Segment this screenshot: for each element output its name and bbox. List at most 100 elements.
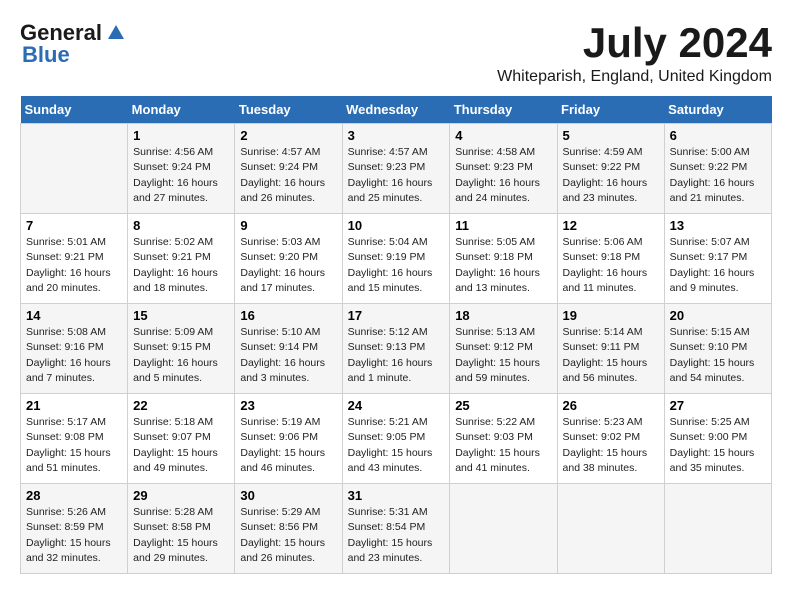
calendar-cell: 17Sunrise: 5:12 AMSunset: 9:13 PMDayligh… xyxy=(342,304,450,394)
header-thursday: Thursday xyxy=(450,96,557,124)
day-number: 9 xyxy=(240,218,336,233)
cell-info: Sunrise: 5:06 AMSunset: 9:18 PMDaylight:… xyxy=(563,235,659,296)
cell-info: Sunrise: 5:23 AMSunset: 9:02 PMDaylight:… xyxy=(563,415,659,476)
calendar-body: 1Sunrise: 4:56 AMSunset: 9:24 PMDaylight… xyxy=(21,124,772,574)
calendar-table: SundayMondayTuesdayWednesdayThursdayFrid… xyxy=(20,96,772,574)
cell-info: Sunrise: 5:26 AMSunset: 8:59 PMDaylight:… xyxy=(26,505,122,566)
cell-info: Sunrise: 4:56 AMSunset: 9:24 PMDaylight:… xyxy=(133,145,229,206)
calendar-week-3: 14 Sunrise: 5:08 AMSunset: 9:16 PMDayligh… xyxy=(21,304,772,394)
cell-info: Sunrise: 5:03 AMSunset: 9:20 PMDaylight:… xyxy=(240,235,336,296)
cell-info: Sunrise: 5:08 AMSunset: 9:16 PMDaylight:… xyxy=(26,325,122,386)
day-number: 6 xyxy=(670,128,766,143)
cell-info: Sunrise: 5:19 AMSunset: 9:06 PMDaylight:… xyxy=(240,415,336,476)
calendar-header-row: SundayMondayTuesdayWednesdayThursdayFrid… xyxy=(21,96,772,124)
header-wednesday: Wednesday xyxy=(342,96,450,124)
cell-info: Sunrise: 5:17 AMSunset: 9:08 PMDaylight:… xyxy=(26,415,122,476)
calendar-cell: 15 Sunrise: 5:09 AMSunset: 9:15 PMDayligh… xyxy=(128,304,235,394)
day-number: 10 xyxy=(348,218,445,233)
cell-info: Sunrise: 4:57 AMSunset: 9:23 PMDaylight:… xyxy=(348,145,445,206)
calendar-week-4: 21 Sunrise: 5:17 AMSunset: 9:08 PMDayligh… xyxy=(21,394,772,484)
cell-info: Sunrise: 5:01 AMSunset: 9:21 PMDaylight:… xyxy=(26,235,122,296)
cell-info: Sunrise: 5:13 AMSunset: 9:12 PMDaylight:… xyxy=(455,325,551,386)
calendar-cell: 22 Sunrise: 5:18 AMSunset: 9:07 PMDayligh… xyxy=(128,394,235,484)
calendar-cell: 31 Sunrise: 5:31 AMSunset: 8:54 PMDayligh… xyxy=(342,484,450,574)
calendar-cell xyxy=(557,484,664,574)
day-number: 18 xyxy=(455,308,551,323)
cell-info: Sunrise: 5:09 AMSunset: 9:15 PMDaylight:… xyxy=(133,325,229,386)
cell-info: Sunrise: 5:04 AMSunset: 9:19 PMDaylight:… xyxy=(348,235,445,296)
day-number: 28 xyxy=(26,488,122,503)
cell-info: Sunrise: 5:12 AMSunset: 9:13 PMDaylight:… xyxy=(348,325,445,386)
day-number: 13 xyxy=(670,218,766,233)
logo: General Blue xyxy=(20,20,126,68)
calendar-cell: 10 Sunrise: 5:04 AMSunset: 9:19 PMDayligh… xyxy=(342,214,450,304)
calendar-cell xyxy=(664,484,771,574)
cell-info: Sunrise: 5:18 AMSunset: 9:07 PMDaylight:… xyxy=(133,415,229,476)
month-title: July 2024 xyxy=(497,20,772,66)
day-number: 23 xyxy=(240,398,336,413)
calendar-cell: 3Sunrise: 4:57 AMSunset: 9:23 PMDaylight… xyxy=(342,124,450,214)
calendar-cell: 4 Sunrise: 4:58 AMSunset: 9:23 PMDaylight… xyxy=(450,124,557,214)
cell-info: Sunrise: 5:00 AMSunset: 9:22 PMDaylight:… xyxy=(670,145,766,206)
page-header: General Blue July 2024 Whiteparish, Engl… xyxy=(20,20,772,86)
calendar-cell: 2Sunrise: 4:57 AMSunset: 9:24 PMDaylight… xyxy=(235,124,342,214)
day-number: 11 xyxy=(455,218,551,233)
header-friday: Friday xyxy=(557,96,664,124)
day-number: 2 xyxy=(240,128,336,143)
calendar-cell: 8Sunrise: 5:02 AMSunset: 9:21 PMDaylight… xyxy=(128,214,235,304)
calendar-cell: 18 Sunrise: 5:13 AMSunset: 9:12 PMDayligh… xyxy=(450,304,557,394)
cell-info: Sunrise: 5:10 AMSunset: 9:14 PMDaylight:… xyxy=(240,325,336,386)
logo-blue: Blue xyxy=(22,42,70,68)
header-saturday: Saturday xyxy=(664,96,771,124)
day-number: 14 xyxy=(26,308,122,323)
calendar-cell: 14 Sunrise: 5:08 AMSunset: 9:16 PMDayligh… xyxy=(21,304,128,394)
calendar-cell: 7 Sunrise: 5:01 AMSunset: 9:21 PMDaylight… xyxy=(21,214,128,304)
cell-info: Sunrise: 5:31 AMSunset: 8:54 PMDaylight:… xyxy=(348,505,445,566)
cell-info: Sunrise: 5:05 AMSunset: 9:18 PMDaylight:… xyxy=(455,235,551,296)
cell-info: Sunrise: 4:58 AMSunset: 9:23 PMDaylight:… xyxy=(455,145,551,206)
day-number: 21 xyxy=(26,398,122,413)
day-number: 16 xyxy=(240,308,336,323)
day-number: 5 xyxy=(563,128,659,143)
cell-info: Sunrise: 5:07 AMSunset: 9:17 PMDaylight:… xyxy=(670,235,766,296)
cell-info: Sunrise: 5:21 AMSunset: 9:05 PMDaylight:… xyxy=(348,415,445,476)
cell-info: Sunrise: 5:29 AMSunset: 8:56 PMDaylight:… xyxy=(240,505,336,566)
cell-info: Sunrise: 5:15 AMSunset: 9:10 PMDaylight:… xyxy=(670,325,766,386)
day-number: 29 xyxy=(133,488,229,503)
calendar-cell: 20 Sunrise: 5:15 AMSunset: 9:10 PMDayligh… xyxy=(664,304,771,394)
location: Whiteparish, England, United Kingdom xyxy=(497,68,772,86)
calendar-cell: 29 Sunrise: 5:28 AMSunset: 8:58 PMDayligh… xyxy=(128,484,235,574)
day-number: 20 xyxy=(670,308,766,323)
calendar-cell: 23 Sunrise: 5:19 AMSunset: 9:06 PMDayligh… xyxy=(235,394,342,484)
day-number: 7 xyxy=(26,218,122,233)
cell-info: Sunrise: 5:14 AMSunset: 9:11 PMDaylight:… xyxy=(563,325,659,386)
day-number: 19 xyxy=(563,308,659,323)
calendar-cell: 19 Sunrise: 5:14 AMSunset: 9:11 PMDayligh… xyxy=(557,304,664,394)
cell-info: Sunrise: 5:22 AMSunset: 9:03 PMDaylight:… xyxy=(455,415,551,476)
calendar-cell: 1Sunrise: 4:56 AMSunset: 9:24 PMDaylight… xyxy=(128,124,235,214)
title-section: July 2024 Whiteparish, England, United K… xyxy=(497,20,772,86)
calendar-week-1: 1Sunrise: 4:56 AMSunset: 9:24 PMDaylight… xyxy=(21,124,772,214)
header-sunday: Sunday xyxy=(21,96,128,124)
day-number: 22 xyxy=(133,398,229,413)
calendar-cell: 13 Sunrise: 5:07 AMSunset: 9:17 PMDayligh… xyxy=(664,214,771,304)
day-number: 4 xyxy=(455,128,551,143)
day-number: 15 xyxy=(133,308,229,323)
calendar-cell: 30 Sunrise: 5:29 AMSunset: 8:56 PMDayligh… xyxy=(235,484,342,574)
calendar-week-5: 28 Sunrise: 5:26 AMSunset: 8:59 PMDayligh… xyxy=(21,484,772,574)
calendar-cell: 16 Sunrise: 5:10 AMSunset: 9:14 PMDayligh… xyxy=(235,304,342,394)
calendar-cell: 25Sunrise: 5:22 AMSunset: 9:03 PMDayligh… xyxy=(450,394,557,484)
calendar-cell: 5Sunrise: 4:59 AMSunset: 9:22 PMDaylight… xyxy=(557,124,664,214)
cell-info: Sunrise: 5:02 AMSunset: 9:21 PMDaylight:… xyxy=(133,235,229,296)
day-number: 27 xyxy=(670,398,766,413)
header-monday: Monday xyxy=(128,96,235,124)
day-number: 26 xyxy=(563,398,659,413)
calendar-cell xyxy=(21,124,128,214)
day-number: 31 xyxy=(348,488,445,503)
cell-info: Sunrise: 5:28 AMSunset: 8:58 PMDaylight:… xyxy=(133,505,229,566)
calendar-cell: 27Sunrise: 5:25 AMSunset: 9:00 PMDayligh… xyxy=(664,394,771,484)
day-number: 30 xyxy=(240,488,336,503)
calendar-cell: 21 Sunrise: 5:17 AMSunset: 9:08 PMDayligh… xyxy=(21,394,128,484)
calendar-week-2: 7 Sunrise: 5:01 AMSunset: 9:21 PMDaylight… xyxy=(21,214,772,304)
calendar-cell: 6 Sunrise: 5:00 AMSunset: 9:22 PMDaylight… xyxy=(664,124,771,214)
